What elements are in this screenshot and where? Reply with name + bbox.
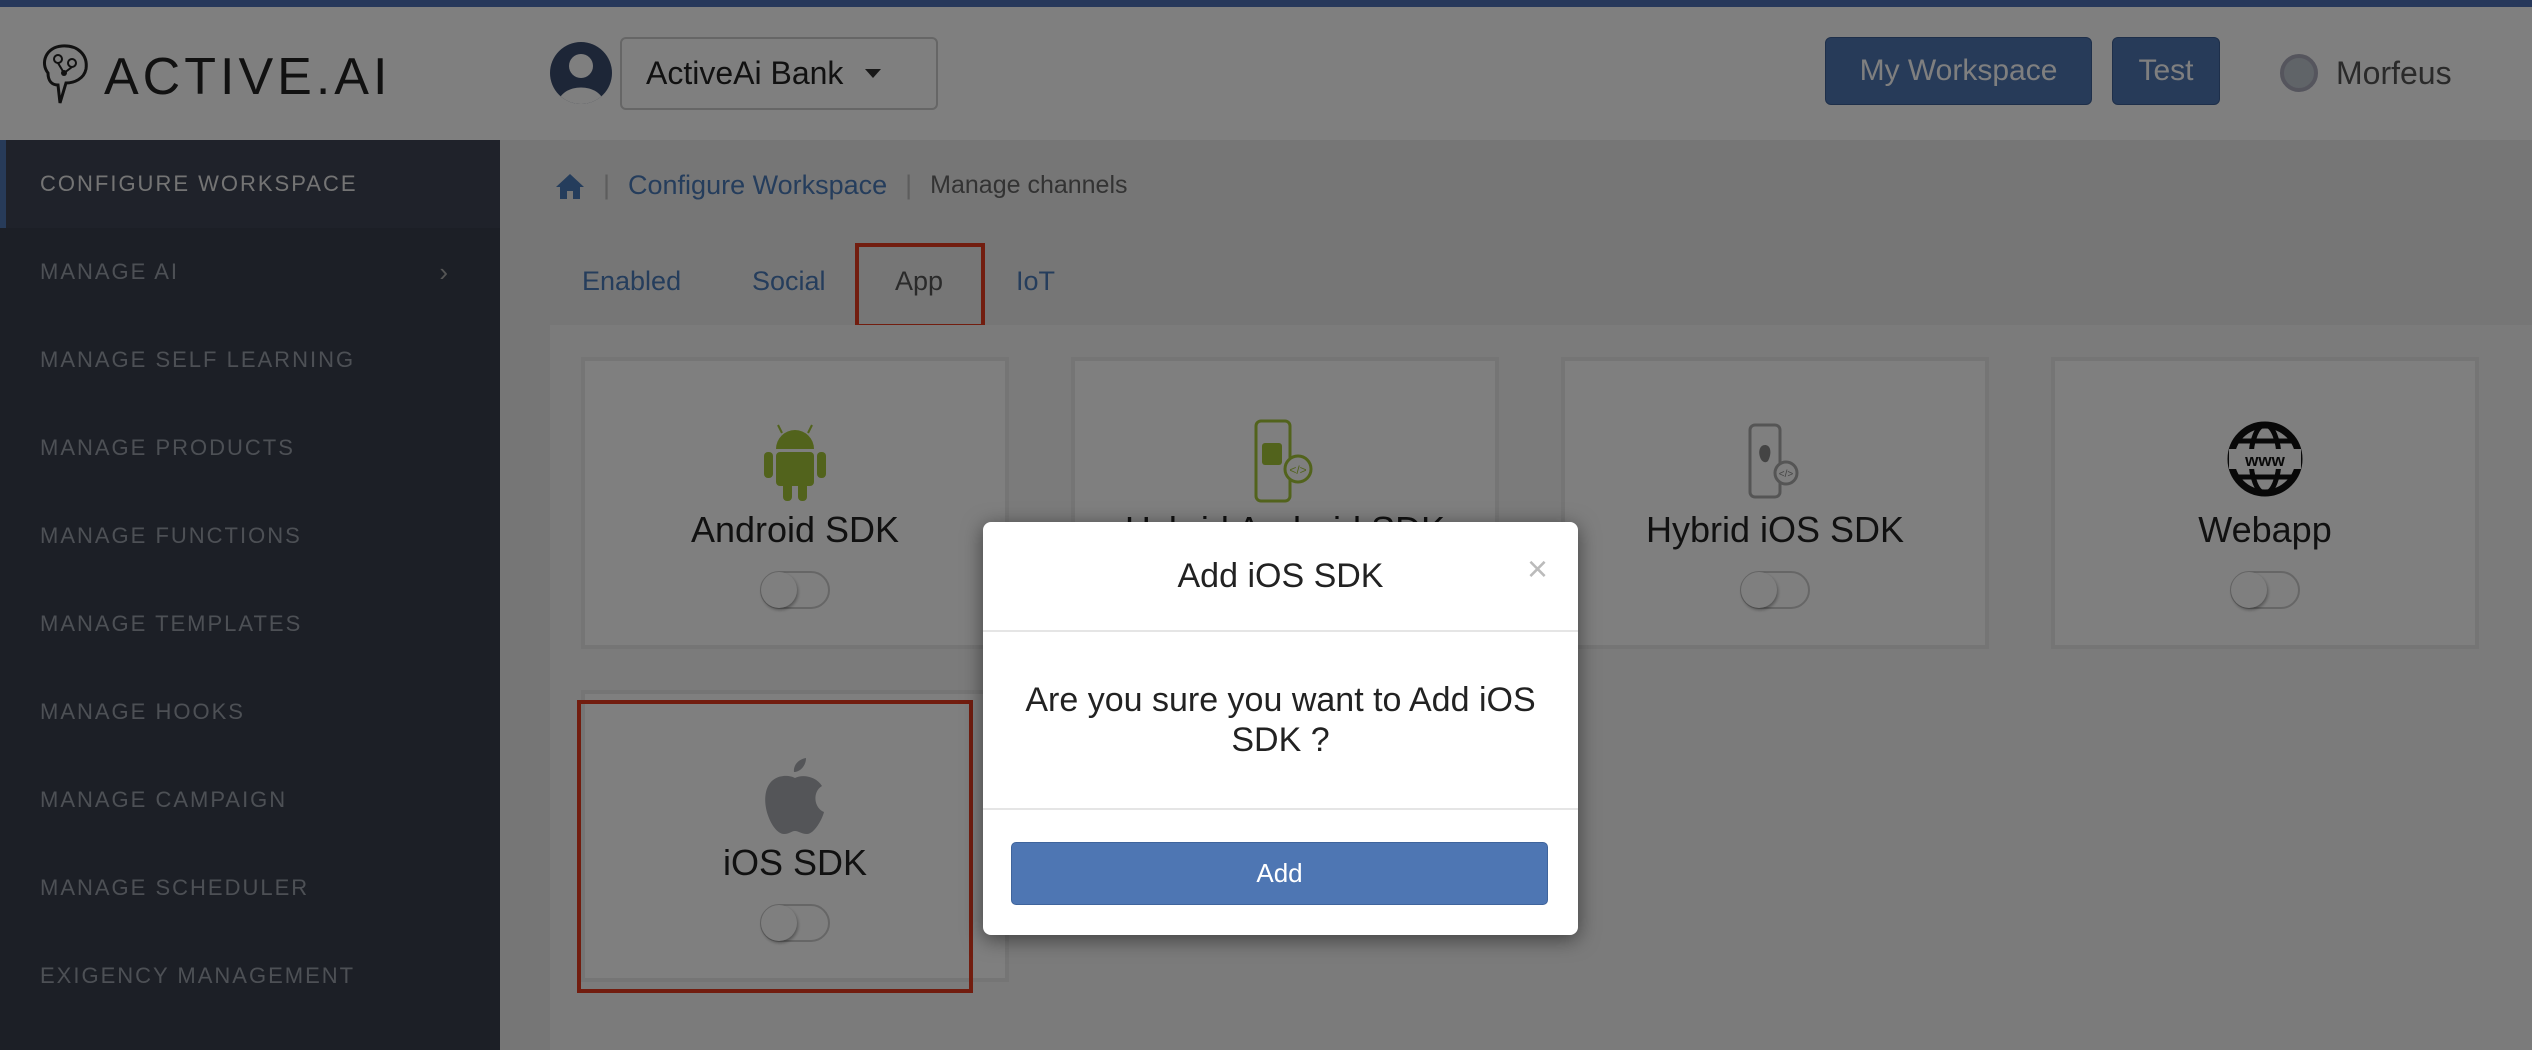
modal-title: Add iOS SDK bbox=[1177, 556, 1384, 595]
add-button[interactable]: Add bbox=[1011, 842, 1548, 905]
top-stripe-dimmed bbox=[0, 0, 2532, 7]
modal-message: Are you sure you want to Add iOS SDK ? bbox=[983, 632, 1578, 810]
modal-header: Add iOS SDK × bbox=[983, 522, 1578, 632]
add-ios-sdk-modal: Add iOS SDK × Are you sure you want to A… bbox=[983, 522, 1578, 935]
close-icon[interactable]: × bbox=[1527, 548, 1548, 590]
